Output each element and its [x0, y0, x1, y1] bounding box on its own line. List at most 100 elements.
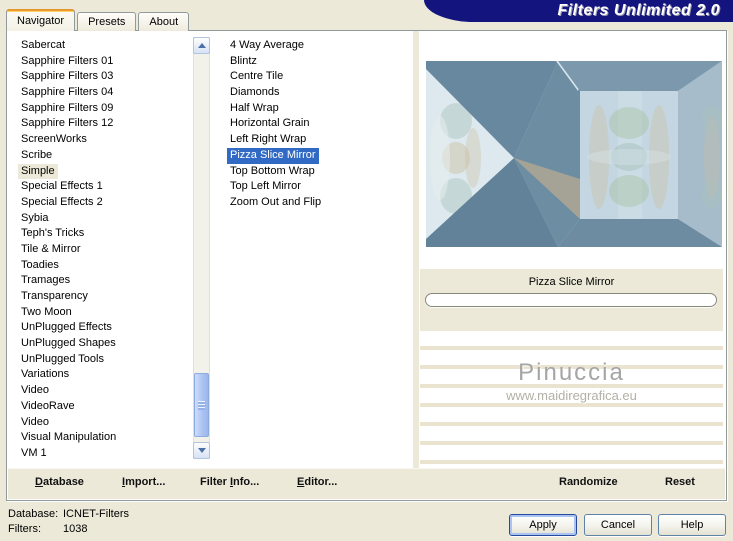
list-item-label: Special Effects 1 [21, 180, 103, 193]
list-item[interactable]: Tramages [18, 273, 192, 289]
filter-preview-image [426, 61, 722, 247]
database-status-label: Database: [8, 508, 59, 520]
list-item-label: Top Left Mirror [230, 180, 301, 193]
list-item[interactable]: Blintz [227, 54, 409, 70]
list-item[interactable]: Sapphire Filters 01 [18, 54, 192, 70]
filter-info-button[interactable]: Filter Info... [200, 476, 259, 488]
navigator-page: Sabercat Sapphire Filters 01 Sapphire Filt… [6, 30, 727, 501]
list-item-label: Variations [21, 368, 70, 381]
list-item-label: Zoom Out and Flip [230, 195, 322, 208]
filters-count-value: 1038 [63, 523, 88, 535]
list-item-label: VM 1 [21, 446, 47, 459]
action-band: Database Import... Filter Info... Editor… [8, 468, 725, 499]
list-item-label: Teph's Tricks [21, 227, 85, 240]
list-item-label: Tile & Mirror [21, 242, 81, 255]
category-list-scrollbar[interactable] [193, 37, 210, 459]
list-item-label: Sapphire Filters 09 [21, 101, 114, 114]
list-item[interactable]: UnPlugged Effects [18, 320, 192, 336]
database-status-value: ICNET-Filters [63, 508, 129, 520]
watermark: Pinuccia www.maidiregrafica.eu [420, 359, 723, 403]
filters-count-label: Filters: [8, 523, 41, 535]
list-item[interactable]: Sapphire Filters 03 [18, 69, 192, 85]
scroll-down-button[interactable] [193, 442, 210, 459]
list-item-label: Half Wrap [230, 101, 279, 114]
preview-control-band: Pizza Slice Mirror [420, 269, 723, 331]
list-item[interactable]: Centre Tile [227, 69, 409, 85]
list-item-label: VideoRave [21, 399, 75, 412]
list-item[interactable]: Video [18, 383, 192, 399]
list-item[interactable]: Sapphire Filters 12 [18, 116, 192, 132]
list-item[interactable]: Sapphire Filters 09 [18, 101, 192, 117]
list-item-label: 4 Way Average [230, 39, 304, 51]
import-button[interactable]: Import... [122, 476, 165, 488]
filters-unlimited-dialog: { "header": { "title": "Filters Unlimite… [0, 0, 733, 541]
randomize-button[interactable]: Randomize [559, 476, 618, 488]
cancel-button[interactable]: Cancel [584, 514, 652, 536]
app-title: Filters Unlimited 2.0 [557, 2, 720, 19]
list-item-label: Blintz [230, 54, 257, 67]
list-item[interactable]: ScreenWorks [18, 132, 192, 148]
list-item[interactable]: Top Bottom Wrap [227, 164, 409, 180]
list-item-label: UnPlugged Shapes [21, 337, 116, 350]
app-title-bar: Filters Unlimited 2.0 [424, 0, 733, 22]
preview-slider[interactable] [425, 293, 717, 307]
selected-filter-label: Pizza Slice Mirror [528, 276, 615, 288]
list-item-label: Horizontal Grain [230, 117, 310, 130]
list-item[interactable]: Top Left Mirror [227, 179, 409, 195]
list-item-label: Centre Tile [230, 70, 284, 83]
list-item[interactable]: Simple [18, 163, 192, 180]
list-item[interactable]: Left Right Wrap [227, 132, 409, 148]
chevron-up-icon [197, 43, 206, 48]
list-item[interactable]: Variations [18, 367, 192, 383]
apply-button[interactable]: Apply [509, 514, 577, 536]
list-item[interactable]: Two Moon [18, 305, 192, 321]
list-item[interactable]: Half Wrap [227, 101, 409, 117]
tab-bar: Navigator Presets About [6, 9, 191, 31]
status-area: Database: ICNET-Filters Filters: 1038 [8, 507, 129, 537]
list-item-label: Top Bottom Wrap [230, 164, 315, 177]
list-item-label: Toadies [21, 258, 59, 271]
list-item-label: ScreenWorks [21, 133, 87, 146]
list-item[interactable]: VideoRave [18, 399, 192, 415]
list-item[interactable]: Tile & Mirror [18, 242, 192, 258]
tab-about[interactable]: About [138, 12, 190, 31]
list-item[interactable]: VM 1 [18, 446, 192, 462]
list-item[interactable]: Horizontal Grain [227, 116, 409, 132]
help-button[interactable]: Help [658, 514, 726, 536]
list-item[interactable]: 4 Way Average [227, 38, 409, 54]
parameter-rows: Pinuccia www.maidiregrafica.eu [420, 331, 723, 468]
list-item[interactable]: Sapphire Filters 04 [18, 85, 192, 101]
watermark-name: Pinuccia [518, 359, 625, 386]
tab-navigator[interactable]: Navigator [6, 9, 76, 31]
scrollbar-thumb[interactable] [194, 373, 209, 437]
list-item[interactable]: Diamonds [227, 85, 409, 101]
list-item[interactable]: Teph's Tricks [18, 226, 192, 242]
list-item[interactable]: Sybia [18, 211, 192, 227]
list-item-label: Sabercat [21, 39, 66, 51]
list-item-label: Sapphire Filters 03 [21, 70, 114, 83]
list-item[interactable]: Sabercat [18, 38, 192, 54]
list-item[interactable]: Scribe [18, 148, 192, 164]
list-item-label: Sapphire Filters 04 [21, 86, 114, 99]
list-item-label: Pizza Slice Mirror [227, 147, 319, 164]
filter-list[interactable]: 4 Way Average Blintz Centre Tile Diamonds Ha… [227, 38, 409, 464]
list-item[interactable]: UnPlugged Shapes [18, 336, 192, 352]
category-list[interactable]: Sabercat Sapphire Filters 01 Sapphire Filt… [18, 38, 192, 464]
scroll-up-button[interactable] [193, 37, 210, 54]
list-item[interactable]: Zoom Out and Flip [227, 195, 409, 211]
list-item[interactable]: Pizza Slice Mirror [227, 147, 409, 164]
tab-presets[interactable]: Presets [77, 12, 137, 31]
editor-button[interactable]: Editor... [297, 476, 337, 488]
reset-button[interactable]: Reset [665, 476, 695, 488]
list-item[interactable]: Transparency [18, 289, 192, 305]
list-item[interactable]: Video [18, 415, 192, 431]
list-item[interactable]: UnPlugged Tools [18, 352, 192, 368]
database-button[interactable]: Database [35, 476, 84, 488]
list-item[interactable]: Visual Manipulation [18, 430, 192, 446]
list-item[interactable]: Toadies [18, 258, 192, 274]
chevron-down-icon [197, 448, 206, 453]
list-item[interactable]: Special Effects 1 [18, 179, 192, 195]
list-item[interactable]: Special Effects 2 [18, 195, 192, 211]
list-item-label: Video [21, 384, 49, 397]
list-item-label: Simple [18, 163, 58, 180]
